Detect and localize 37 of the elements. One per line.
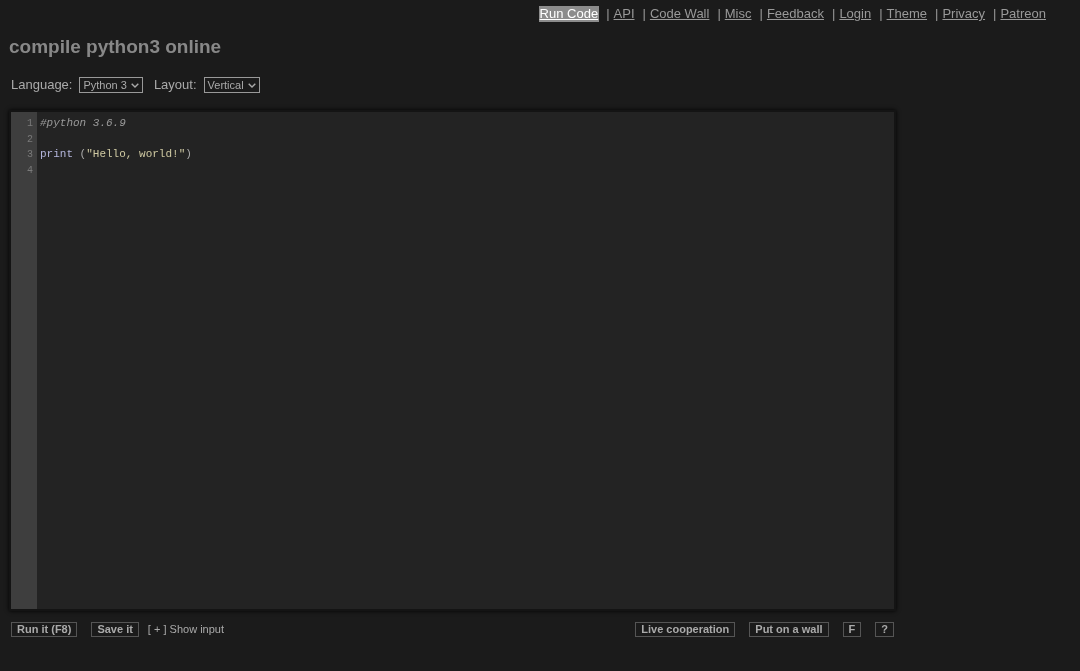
nav-link[interactable]: Misc — [723, 6, 753, 22]
nav-separator: | — [606, 6, 610, 22]
action-button[interactable]: Live cooperation — [635, 622, 736, 637]
action-button[interactable]: F — [842, 622, 862, 637]
nav-separator: | — [642, 6, 646, 22]
nav-separator: | — [759, 6, 763, 22]
caret-icon — [247, 82, 256, 88]
nav-link[interactable]: API — [612, 6, 636, 22]
nav-link[interactable]: Theme — [885, 6, 929, 22]
nav-link[interactable]: Privacy — [941, 6, 987, 22]
nav-link[interactable]: Feedback — [765, 6, 825, 22]
caret-icon — [130, 82, 139, 88]
nav-separator: | — [993, 6, 997, 22]
page-title: compile python3 online — [9, 36, 223, 58]
code-line: print ("Hello, world!") — [40, 147, 193, 163]
nav-separator: | — [935, 6, 939, 22]
action-button[interactable]: ? — [875, 622, 894, 637]
line-number: 2 — [26, 132, 34, 147]
nav-separator: | — [832, 6, 836, 22]
line-number: 1 — [26, 117, 34, 131]
action-button[interactable]: Run it (F8) — [11, 622, 78, 637]
nav-separator: | — [717, 6, 721, 22]
dropdown-select[interactable]: Vertical — [203, 77, 260, 93]
line-number: 3 — [26, 148, 34, 163]
action-button[interactable]: Save it — [91, 622, 139, 637]
show-input-toggle[interactable]: [ + ] Show input — [147, 623, 224, 636]
nav-link[interactable]: Login — [838, 6, 873, 22]
code-line: #python 3.6.9 — [40, 116, 127, 131]
dropdown-select[interactable]: Python 3 — [79, 77, 143, 93]
option-label: Layout: — [153, 77, 197, 93]
code-editor[interactable]: 1 2 3 4 #python 3.6.9 print ("Hello, world!") — [9, 110, 896, 611]
line-number: 4 — [26, 163, 34, 178]
nav-separator: | — [879, 6, 883, 22]
action-button[interactable]: Put on a wall — [749, 622, 829, 637]
nav-link[interactable]: Patreon — [999, 6, 1047, 22]
option-label: Language: — [11, 77, 73, 93]
nav-link[interactable]: Code Wall — [648, 6, 711, 22]
